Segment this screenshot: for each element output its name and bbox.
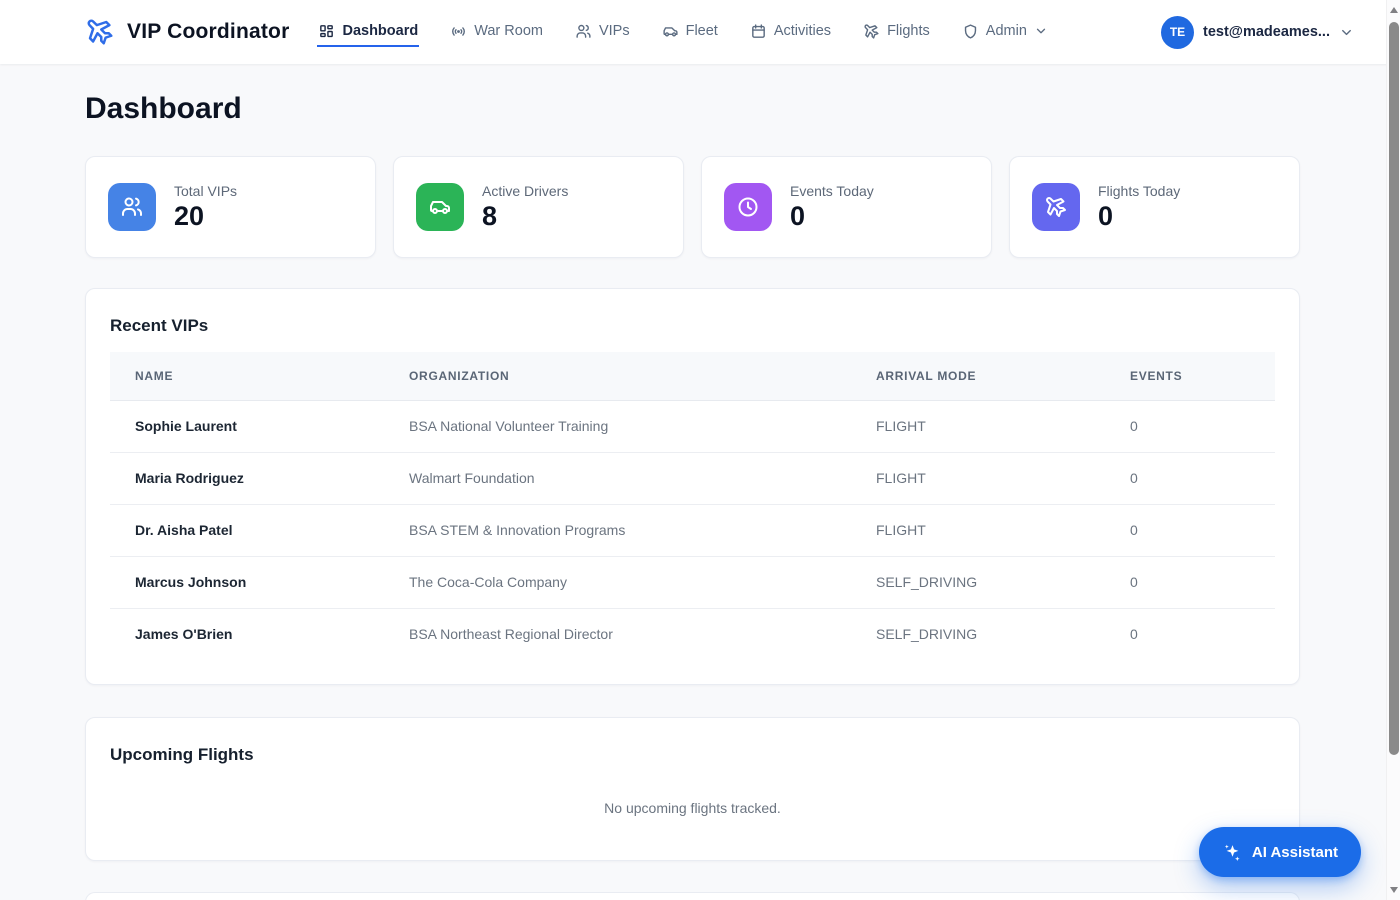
vip-arrival-mode: SELF_DRIVING — [876, 626, 978, 643]
scrollbar-thumb[interactable] — [1389, 22, 1399, 755]
paper-plane-icon — [85, 17, 115, 47]
table-row[interactable]: James O'Brien BSA Northeast Regional Dir… — [110, 608, 1275, 660]
vip-events: 0 — [1105, 400, 1275, 453]
vip-events: 0 — [1105, 452, 1275, 505]
ai-assistant-label: AI Assistant — [1251, 843, 1338, 861]
upcoming-flights-panel: Upcoming Flights No upcoming flights tra… — [85, 717, 1300, 861]
vip-name: Dr. Aisha Patel — [110, 504, 384, 557]
stat-label: Active Drivers — [482, 182, 569, 199]
plane-icon — [863, 23, 880, 40]
users-icon — [108, 183, 156, 231]
vip-arrival-mode: FLIGHT — [851, 452, 1105, 505]
nav-label: Dashboard — [342, 23, 419, 39]
partial-panel — [85, 892, 1300, 900]
column-header-name: NAME — [110, 352, 384, 401]
stat-label: Flights Today — [1098, 182, 1181, 199]
stat-card-events-today: Events Today 0 — [701, 156, 992, 258]
column-header-organization: ORGANIZATION — [384, 352, 851, 401]
vip-events: 0 — [1105, 504, 1275, 557]
recent-vips-title: Recent VIPs — [110, 316, 209, 335]
nav-item-admin[interactable]: Admin — [961, 18, 1049, 47]
table-row[interactable]: Marcus Johnson The Coca-Cola Company SEL… — [110, 556, 1275, 609]
stat-card-active-drivers: Active Drivers 8 — [393, 156, 684, 258]
upcoming-flights-title: Upcoming Flights — [110, 745, 254, 764]
nav-label: Flights — [887, 23, 930, 39]
stat-value: 20 — [174, 200, 205, 231]
empty-state-message: No upcoming flights tracked. — [604, 800, 781, 816]
stat-value: 8 — [482, 200, 498, 231]
dashboard-page: Dashboard Total VIPs 20 Active Drivers 8… — [85, 91, 1300, 900]
vip-events: 0 — [1130, 626, 1138, 643]
page-title: Dashboard — [85, 92, 242, 125]
vip-organization: BSA National Volunteer Training — [384, 400, 851, 453]
chevron-down-icon — [1034, 24, 1048, 38]
chevron-down-icon — [1339, 25, 1354, 40]
nav-label: Admin — [985, 23, 1027, 39]
sparkles-icon — [1222, 842, 1243, 863]
table-row[interactable]: Sophie Laurent BSA National Volunteer Tr… — [110, 400, 1275, 453]
vip-events: 0 — [1105, 556, 1275, 609]
recent-vips-table: NAME ORGANIZATION ARRIVAL MODE EVENTS So… — [110, 352, 1275, 660]
vip-organization: BSA STEM & Innovation Programs — [384, 504, 851, 557]
nav-item-vips[interactable]: VIPs — [574, 18, 631, 47]
stat-value: 0 — [790, 200, 806, 231]
ai-assistant-button[interactable]: AI Assistant — [1198, 827, 1361, 877]
vip-arrival-mode: SELF_DRIVING — [851, 556, 1105, 609]
nav-label: Activities — [773, 23, 832, 39]
vip-arrival-mode: FLIGHT — [851, 400, 1105, 453]
app-title: VIP Coordinator — [127, 20, 290, 43]
nav-label: War Room — [474, 23, 543, 39]
calendar-icon — [750, 23, 767, 40]
stat-label: Total VIPs — [174, 182, 238, 199]
recent-vips-panel: Recent VIPs NAME ORGANIZATION ARRIVAL MO… — [85, 288, 1300, 685]
scroll-up-arrow-icon[interactable] — [1390, 7, 1398, 13]
car-icon — [662, 23, 679, 40]
stat-card-flights-today: Flights Today 0 — [1009, 156, 1300, 258]
dashboard-grid-icon — [318, 23, 335, 40]
users-icon — [575, 23, 592, 40]
nav-item-war-room[interactable]: War Room — [449, 18, 544, 47]
nav-label: Fleet — [685, 23, 718, 39]
nav-item-flights[interactable]: Flights — [862, 18, 931, 47]
user-menu[interactable]: TE test@madeames... — [1161, 15, 1354, 49]
column-header-arrival-mode: ARRIVAL MODE — [851, 352, 1105, 401]
plane-icon — [1032, 183, 1080, 231]
user-email: test@madeames... — [1203, 24, 1330, 40]
vip-name: Maria Rodriguez — [110, 452, 384, 505]
column-header-events: EVENTS — [1105, 352, 1275, 401]
broadcast-icon — [450, 23, 467, 40]
table-row[interactable]: Dr. Aisha Patel BSA STEM & Innovation Pr… — [110, 504, 1275, 557]
stat-card-total-vips: Total VIPs 20 — [85, 156, 376, 258]
brand[interactable]: VIP Coordinator — [85, 17, 289, 47]
stat-value: 0 — [1098, 200, 1114, 231]
avatar: TE — [1161, 15, 1195, 49]
car-icon — [416, 183, 464, 231]
nav-label: VIPs — [598, 23, 630, 39]
vip-organization: Walmart Foundation — [384, 452, 851, 505]
vip-organization: BSA Northeast Regional Director — [409, 626, 613, 643]
vip-organization: The Coca-Cola Company — [384, 556, 851, 609]
top-header: VIP Coordinator Dashboard War Room VIPs … — [0, 0, 1400, 64]
vip-name: Marcus Johnson — [110, 556, 384, 609]
nav-item-activities[interactable]: Activities — [749, 18, 832, 47]
nav-item-dashboard[interactable]: Dashboard — [317, 18, 420, 47]
main-nav: Dashboard War Room VIPs Fleet Activities… — [317, 18, 1161, 47]
clock-icon — [724, 183, 772, 231]
stat-cards: Total VIPs 20 Active Drivers 8 Events To… — [85, 156, 1300, 258]
scroll-down-arrow-icon[interactable] — [1390, 887, 1398, 893]
vertical-scrollbar[interactable] — [1386, 0, 1400, 900]
vip-name: James O'Brien — [135, 626, 233, 643]
nav-item-fleet[interactable]: Fleet — [661, 18, 719, 47]
table-header-row: NAME ORGANIZATION ARRIVAL MODE EVENTS — [110, 352, 1275, 401]
stat-label: Events Today — [790, 182, 874, 199]
shield-icon — [962, 23, 979, 40]
vip-name: Sophie Laurent — [110, 400, 384, 453]
table-row[interactable]: Maria Rodriguez Walmart Foundation FLIGH… — [110, 452, 1275, 505]
vip-arrival-mode: FLIGHT — [851, 504, 1105, 557]
